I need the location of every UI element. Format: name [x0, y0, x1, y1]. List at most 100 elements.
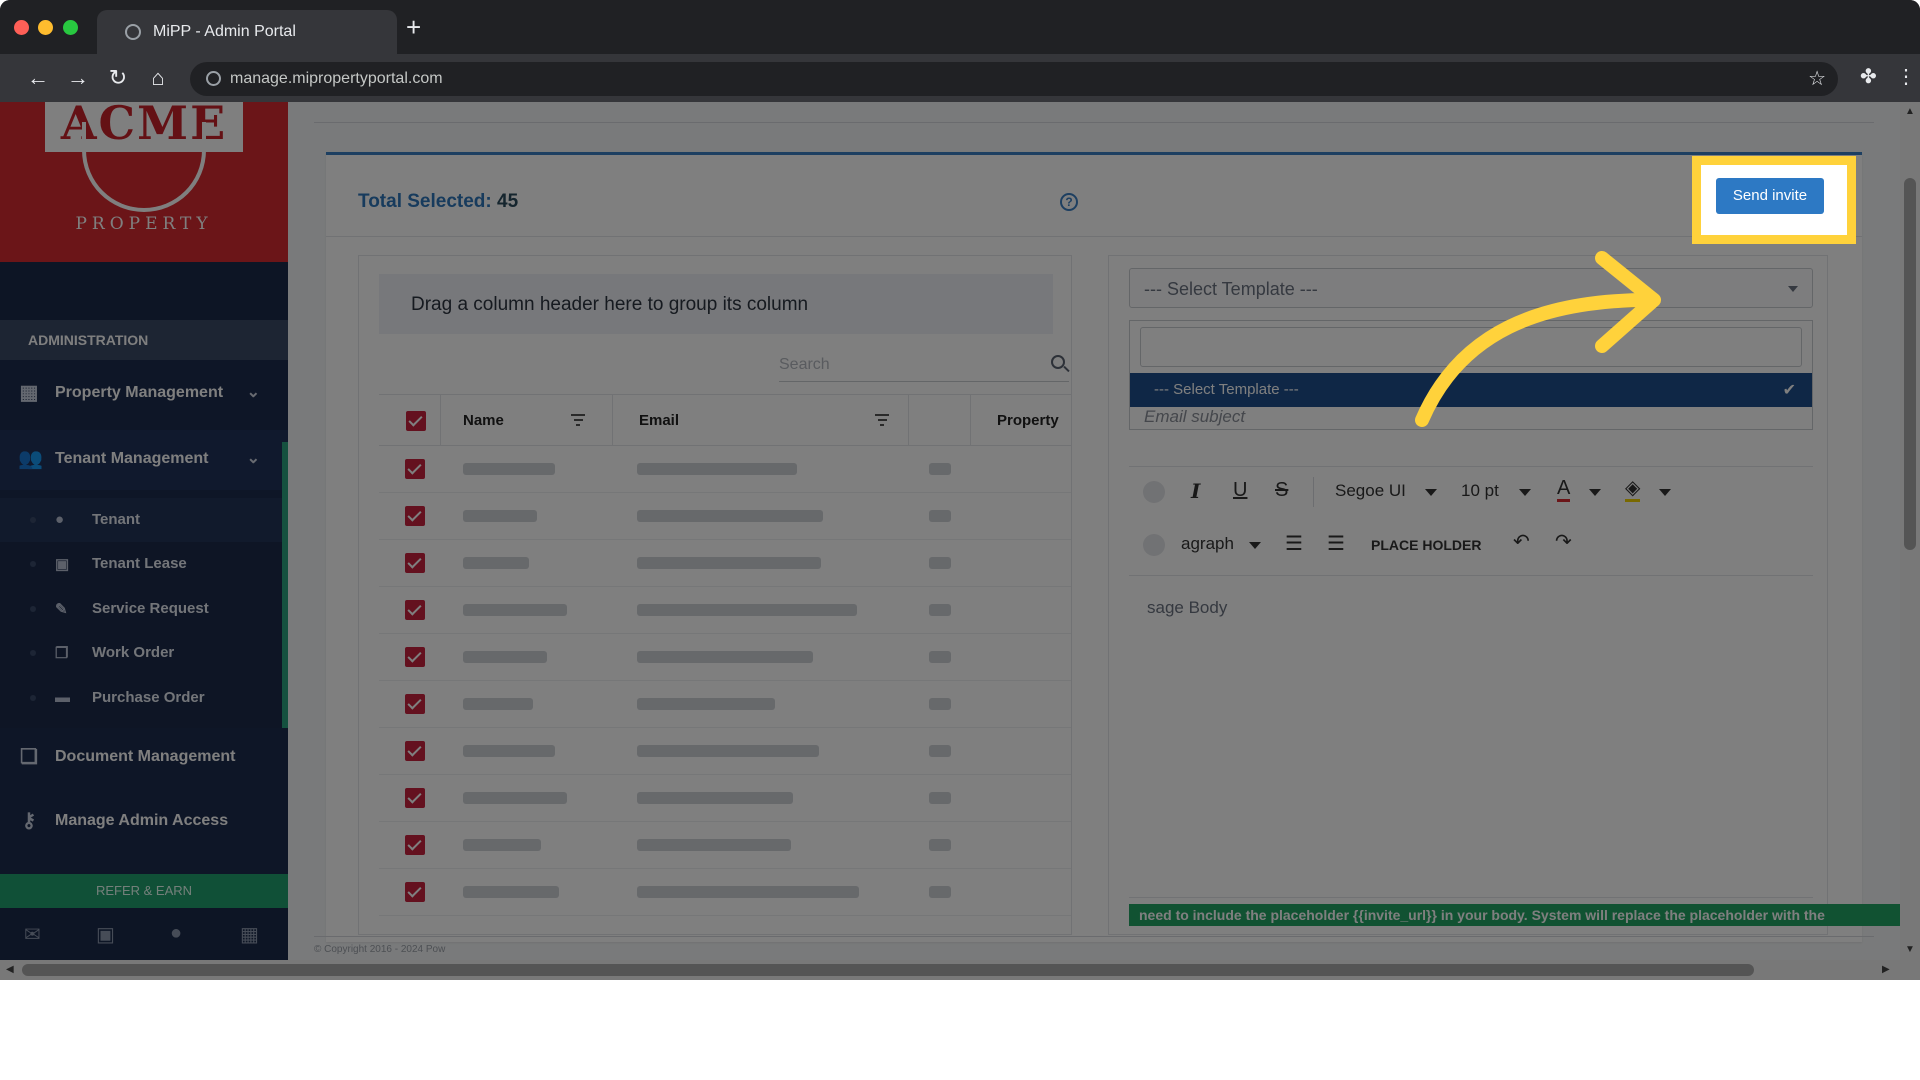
sidebar-item-service-request[interactable]: ✎ Service Request — [0, 587, 282, 631]
sidebar-item-tenant-management[interactable]: 👥 Tenant Management ⌄ — [0, 430, 288, 490]
chevron-down-icon[interactable] — [1519, 489, 1531, 496]
vertical-scrollbar[interactable]: ▲ ▼ — [1900, 102, 1920, 960]
sidebar-item-tenant[interactable]: ● Tenant — [0, 498, 282, 542]
sidebar-item-purchase-order[interactable]: ▬ Purchase Order — [0, 676, 282, 720]
table-row[interactable] — [379, 869, 1071, 916]
row-checkbox[interactable] — [405, 459, 425, 479]
table-row[interactable] — [379, 587, 1071, 634]
brand-logo[interactable]: ACME PROPERTY — [0, 102, 288, 262]
maximize-window-button[interactable] — [63, 20, 78, 35]
chevron-down-icon — [1788, 286, 1798, 292]
close-window-button[interactable] — [14, 20, 29, 35]
horizontal-scrollbar[interactable]: ◀ ▶ — [0, 960, 1920, 980]
row-checkbox[interactable] — [405, 741, 425, 761]
table-row[interactable] — [379, 493, 1071, 540]
briefcase-icon[interactable]: ▣ — [96, 922, 115, 947]
placeholder-button[interactable]: PLACE HOLDER — [1371, 537, 1481, 553]
grid-search-input[interactable]: Search — [779, 350, 1069, 382]
scroll-left-icon[interactable]: ◀ — [6, 964, 14, 975]
font-family-select[interactable]: Segoe UI — [1335, 481, 1406, 501]
redo-icon[interactable]: ↷ — [1555, 529, 1572, 554]
copyright-text: © Copyright 2016 - 2024 Pow — [314, 944, 446, 955]
font-size-select[interactable]: 10 pt — [1461, 481, 1499, 501]
calculator-icon[interactable]: ▦ — [240, 922, 259, 947]
column-header-property[interactable]: Property — [971, 395, 1071, 446]
back-arrow-icon[interactable]: ← — [24, 64, 52, 92]
forward-arrow-icon[interactable]: → — [64, 64, 92, 92]
user-icon[interactable]: ● — [170, 922, 182, 945]
copy-icon: ❐ — [55, 645, 69, 662]
column-header-name[interactable]: Name — [441, 395, 613, 446]
table-row[interactable] — [379, 446, 1071, 493]
sidebar-item-manage-admin-access[interactable]: ⚷ Manage Admin Access — [0, 792, 288, 852]
row-checkbox[interactable] — [405, 647, 425, 667]
bold-button[interactable] — [1143, 481, 1165, 503]
table-row[interactable] — [379, 540, 1071, 587]
paragraph-select[interactable]: agraph — [1181, 534, 1234, 554]
filter-icon[interactable] — [875, 414, 889, 426]
row-checkbox[interactable] — [405, 506, 425, 526]
sidebar-item-work-order[interactable]: ❐ Work Order — [0, 631, 282, 675]
home-icon[interactable]: ⌂ — [144, 64, 172, 92]
scroll-right-icon[interactable]: ▶ — [1882, 964, 1890, 975]
table-row[interactable] — [379, 775, 1071, 822]
row-checkbox[interactable] — [405, 600, 425, 620]
send-invite-button[interactable]: Send invite — [1716, 178, 1824, 214]
table-row[interactable] — [379, 681, 1071, 728]
site-info-icon[interactable] — [206, 71, 221, 86]
highlight-color-icon[interactable]: ◈ — [1625, 477, 1641, 502]
select-all-checkbox[interactable] — [406, 411, 426, 431]
redacted-email-cell — [637, 557, 821, 569]
scroll-up-icon[interactable]: ▲ — [1905, 106, 1915, 117]
reload-icon[interactable]: ↻ — [104, 64, 132, 92]
refer-and-earn-button[interactable]: REFER & EARN — [0, 874, 288, 908]
chevron-down-icon[interactable] — [1589, 489, 1601, 496]
strikethrough-button[interactable]: S — [1275, 479, 1288, 502]
scroll-thumb[interactable] — [22, 964, 1754, 976]
extensions-puzzle-icon[interactable]: ✤ — [1860, 64, 1877, 89]
row-checkbox[interactable] — [405, 553, 425, 573]
table-row[interactable] — [379, 822, 1071, 869]
chevron-down-icon[interactable] — [1425, 489, 1437, 496]
table-row[interactable] — [379, 634, 1071, 681]
row-checkbox[interactable] — [405, 788, 425, 808]
help-icon[interactable]: ? — [1060, 193, 1078, 211]
template-option-label: --- Select Template --- — [1154, 381, 1299, 398]
mail-icon[interactable]: ✉ — [24, 922, 41, 947]
sidebar-item-document-management[interactable]: ❏ Document Management — [0, 728, 288, 788]
message-body-editor[interactable]: sage Body — [1129, 576, 1813, 898]
unordered-list-icon[interactable]: ☰ — [1327, 531, 1345, 556]
address-bar[interactable]: manage.mipropertyportal.com ☆ — [190, 62, 1838, 96]
chevron-down-icon[interactable] — [1659, 489, 1671, 496]
scroll-thumb[interactable] — [1904, 178, 1916, 550]
italic-button[interactable]: I — [1191, 479, 1200, 503]
bookmark-star-icon[interactable]: ☆ — [1808, 66, 1826, 91]
building-icon: ▦ — [19, 382, 39, 404]
row-checkbox[interactable] — [405, 882, 425, 902]
sidebar-item-tenant-lease[interactable]: ▣ Tenant Lease — [0, 542, 282, 586]
undo-icon[interactable]: ↶ — [1513, 529, 1530, 554]
row-checkbox[interactable] — [405, 694, 425, 714]
font-color-button[interactable]: A — [1557, 477, 1571, 502]
new-tab-plus-icon[interactable]: + — [406, 14, 421, 40]
scroll-down-icon[interactable]: ▼ — [1905, 944, 1915, 955]
chevron-down-icon[interactable] — [1249, 542, 1261, 549]
format-button[interactable] — [1143, 534, 1165, 556]
screenshot-stage: MiPP - Admin Portal + ← → ↻ ⌂ manage.mip… — [0, 0, 1920, 1080]
message-body-placeholder: sage Body — [1147, 598, 1228, 617]
underline-button[interactable]: U — [1233, 479, 1247, 502]
sidebar-item-property-management[interactable]: ▦ Property Management ⌄ — [0, 364, 288, 424]
logo-globe-icon — [82, 122, 206, 212]
ordered-list-icon[interactable]: ☰ — [1285, 531, 1303, 556]
browser-menu-icon[interactable]: ⋮ — [1896, 64, 1916, 89]
column-header-blank[interactable] — [909, 395, 971, 446]
browser-tab[interactable]: MiPP - Admin Portal — [97, 10, 397, 54]
filter-icon[interactable] — [571, 414, 585, 426]
search-icon[interactable] — [1051, 355, 1065, 369]
table-row[interactable] — [379, 728, 1071, 775]
sidebar-footer: ✉ ▣ ● ▦ — [0, 908, 288, 960]
row-checkbox[interactable] — [405, 835, 425, 855]
group-by-drop-zone[interactable]: Drag a column header here to group its c… — [379, 274, 1053, 334]
minimize-window-button[interactable] — [38, 20, 53, 35]
column-header-email[interactable]: Email — [613, 395, 909, 446]
